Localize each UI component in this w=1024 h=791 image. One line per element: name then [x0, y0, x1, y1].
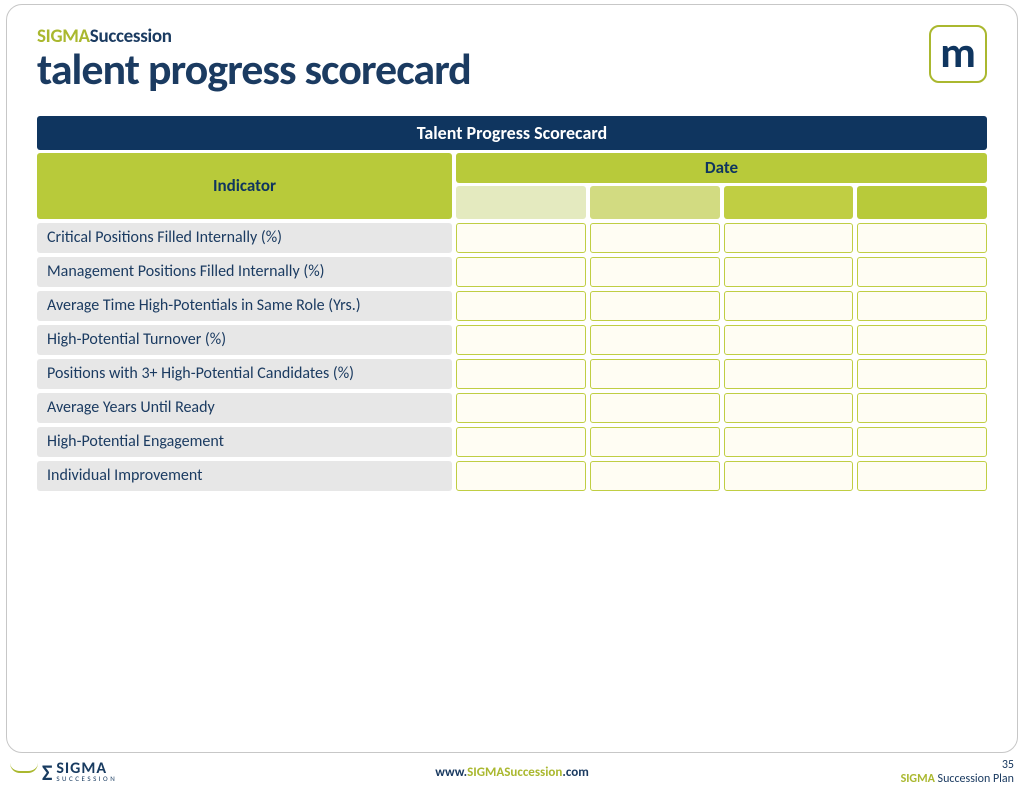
value-cell[interactable] [456, 223, 586, 253]
value-cell[interactable] [590, 291, 720, 321]
value-cell[interactable] [456, 291, 586, 321]
date-col-3[interactable] [724, 186, 854, 219]
value-cell[interactable] [857, 393, 987, 423]
value-cell[interactable] [456, 461, 586, 491]
footer-right: 35 SIGMA Succession Plan [901, 758, 1014, 786]
m-badge-icon: m [929, 25, 987, 83]
value-cell[interactable] [857, 427, 987, 457]
page-title: talent progress scorecard [37, 50, 471, 90]
value-cell[interactable] [590, 461, 720, 491]
plan-label: SIGMA Succession Plan [901, 772, 1014, 786]
value-cell[interactable] [857, 257, 987, 287]
indicator-label: High-Potential Engagement [37, 427, 452, 457]
value-cell[interactable] [724, 461, 854, 491]
value-cell[interactable] [590, 427, 720, 457]
date-subheaders [456, 186, 987, 219]
footer-url: www.SIGMASuccession.com [0, 765, 1024, 780]
table-row: Individual Improvement [37, 461, 987, 491]
value-cell[interactable] [857, 461, 987, 491]
date-col-4[interactable] [857, 186, 987, 219]
table-row: Critical Positions Filled Internally (%) [37, 223, 987, 253]
scorecard-table: Talent Progress Scorecard Indicator Date… [37, 116, 987, 491]
value-cell[interactable] [857, 291, 987, 321]
slide-card: SIGMASuccession talent progress scorecar… [6, 4, 1018, 753]
table-row: High-Potential Turnover (%) [37, 325, 987, 355]
m-letter: m [940, 30, 976, 74]
value-cell[interactable] [590, 325, 720, 355]
value-cell[interactable] [724, 223, 854, 253]
indicator-label: Management Positions Filled Internally (… [37, 257, 452, 287]
url-www: www. [435, 765, 467, 780]
value-cell[interactable] [724, 291, 854, 321]
value-cell[interactable] [724, 257, 854, 287]
value-cell[interactable] [857, 325, 987, 355]
value-cell[interactable] [724, 359, 854, 389]
value-cell[interactable] [456, 257, 586, 287]
indicator-label: Individual Improvement [37, 461, 452, 491]
indicator-label: Critical Positions Filled Internally (%) [37, 223, 452, 253]
table-row: High-Potential Engagement [37, 427, 987, 457]
footer: Σ SIGMA SUCCESSION www.SIGMASuccession.c… [0, 753, 1024, 791]
indicator-header: Indicator [37, 153, 452, 219]
value-cell[interactable] [724, 427, 854, 457]
url-end: .com [562, 765, 588, 780]
title-block: SIGMASuccession talent progress scorecar… [37, 25, 471, 90]
value-cell[interactable] [724, 393, 854, 423]
table-body: Critical Positions Filled Internally (%)… [37, 223, 987, 491]
value-cell[interactable] [590, 359, 720, 389]
date-header-block: Date [456, 153, 987, 219]
table-row: Average Years Until Ready [37, 393, 987, 423]
indicator-label: Average Time High-Potentials in Same Rol… [37, 291, 452, 321]
indicator-label: Average Years Until Ready [37, 393, 452, 423]
table-row: Positions with 3+ High-Potential Candida… [37, 359, 987, 389]
value-cell[interactable] [857, 359, 987, 389]
plan-rest: Succession Plan [935, 772, 1014, 786]
value-cell[interactable] [456, 427, 586, 457]
value-cell[interactable] [590, 257, 720, 287]
value-cell[interactable] [857, 223, 987, 253]
date-col-1[interactable] [456, 186, 586, 219]
page-number: 35 [901, 758, 1014, 772]
table-title: Talent Progress Scorecard [37, 116, 987, 150]
date-header: Date [456, 153, 987, 183]
date-col-2[interactable] [590, 186, 720, 219]
indicator-label: High-Potential Turnover (%) [37, 325, 452, 355]
value-cell[interactable] [590, 223, 720, 253]
value-cell[interactable] [590, 393, 720, 423]
value-cell[interactable] [456, 325, 586, 355]
value-cell[interactable] [456, 393, 586, 423]
table-row: Management Positions Filled Internally (… [37, 257, 987, 287]
plan-sigma: SIGMA [901, 772, 935, 786]
indicator-label: Positions with 3+ High-Potential Candida… [37, 359, 452, 389]
table-header-row: Indicator Date [37, 153, 987, 219]
value-cell[interactable] [456, 359, 586, 389]
value-cell[interactable] [724, 325, 854, 355]
url-mid: SIGMASuccession [467, 765, 562, 780]
header-area: SIGMASuccession talent progress scorecar… [37, 25, 987, 90]
table-row: Average Time High-Potentials in Same Rol… [37, 291, 987, 321]
